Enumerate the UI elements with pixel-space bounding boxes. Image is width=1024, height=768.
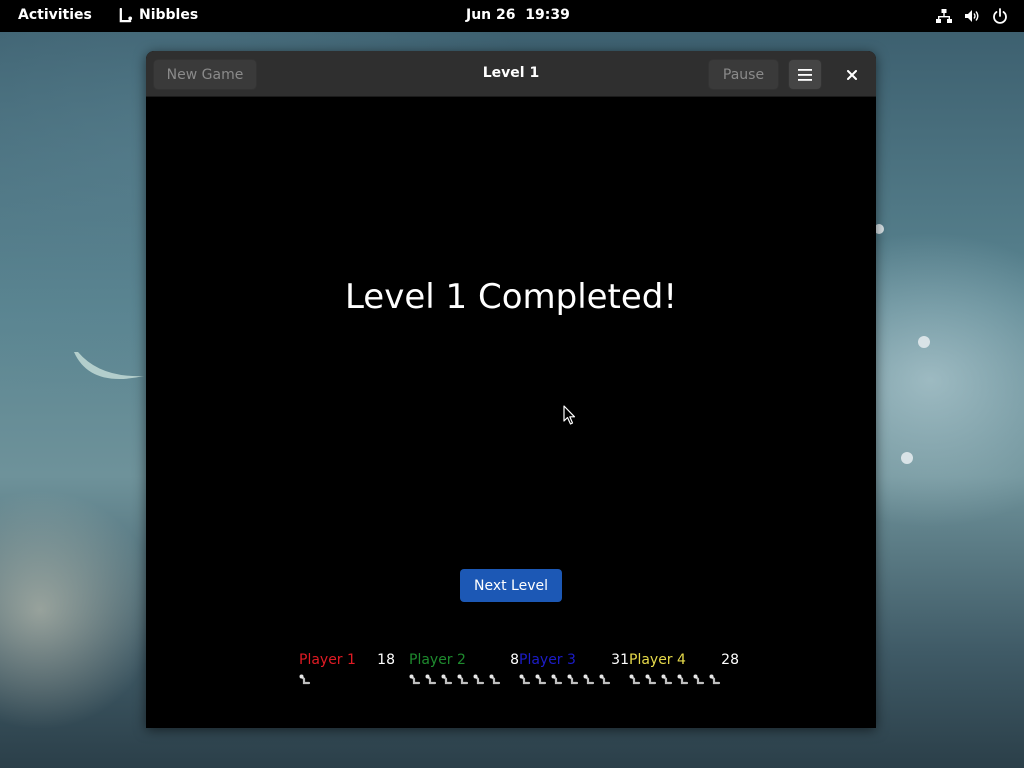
worm-life-icon <box>629 674 641 685</box>
player-lives <box>629 674 721 686</box>
mouse-pointer-icon <box>563 405 576 425</box>
player-lives <box>299 674 311 686</box>
player-name: Player 1 <box>299 652 356 668</box>
player-lives <box>519 674 611 686</box>
main-menu-button[interactable] <box>788 59 822 90</box>
worm-life-icon <box>583 674 595 685</box>
worm-life-icon <box>661 674 673 685</box>
wallpaper-dot <box>901 452 913 464</box>
player-score-2: Player 2 8 <box>409 652 519 692</box>
player-name: Player 4 <box>629 652 686 668</box>
network-icon[interactable] <box>936 8 952 24</box>
player-score: 18 <box>377 652 395 668</box>
worm-life-icon <box>409 674 421 685</box>
nibbles-window: New Game Level 1 Pause Level 1 Completed… <box>146 51 876 728</box>
app-menu[interactable]: Nibbles <box>118 7 198 23</box>
level-completed-message: Level 1 Completed! <box>344 277 678 317</box>
scoreboard: Player 1 18 Player 2 8 Player 3 31 Playe… <box>146 652 876 692</box>
player-score-1: Player 1 18 <box>299 652 409 692</box>
worm-life-icon <box>535 674 547 685</box>
system-tray[interactable] <box>936 8 1008 24</box>
worm-life-icon <box>693 674 705 685</box>
power-icon[interactable] <box>992 8 1008 24</box>
worm-life-icon <box>473 674 485 685</box>
close-icon <box>847 70 857 80</box>
hamburger-menu-icon <box>798 68 812 81</box>
worm-life-icon <box>645 674 657 685</box>
player-score: 8 <box>510 652 519 668</box>
wallpaper-crescent-decoration <box>74 352 144 379</box>
player-score: 31 <box>611 652 629 668</box>
worm-life-icon <box>567 674 579 685</box>
worm-life-icon <box>677 674 689 685</box>
player-lives <box>409 674 501 686</box>
wallpaper-dot <box>918 336 930 348</box>
app-menu-label: Nibbles <box>139 7 199 23</box>
worm-life-icon <box>457 674 469 685</box>
activities-button[interactable]: Activities <box>18 7 92 23</box>
close-button[interactable] <box>841 64 863 86</box>
worm-life-icon <box>299 674 311 685</box>
player-score-3: Player 3 31 <box>519 652 629 692</box>
worm-life-icon <box>441 674 453 685</box>
clock[interactable]: Jun 26 19:39 <box>466 7 570 23</box>
volume-icon[interactable] <box>964 8 980 24</box>
next-level-button[interactable]: Next Level <box>460 569 562 602</box>
player-score: 28 <box>721 652 739 668</box>
worm-life-icon <box>599 674 611 685</box>
worm-life-icon <box>425 674 437 685</box>
player-name: Player 3 <box>519 652 576 668</box>
worm-life-icon <box>709 674 721 685</box>
pause-button[interactable]: Pause <box>708 59 779 90</box>
worm-life-icon <box>489 674 501 685</box>
worm-life-icon <box>551 674 563 685</box>
header-bar: New Game Level 1 Pause <box>146 51 876 97</box>
nibbles-app-icon <box>119 7 133 22</box>
player-score-4: Player 4 28 <box>629 652 739 692</box>
worm-life-icon <box>519 674 531 685</box>
top-bar: Activities Nibbles Jun 26 19:39 <box>0 0 1024 32</box>
player-name: Player 2 <box>409 652 466 668</box>
